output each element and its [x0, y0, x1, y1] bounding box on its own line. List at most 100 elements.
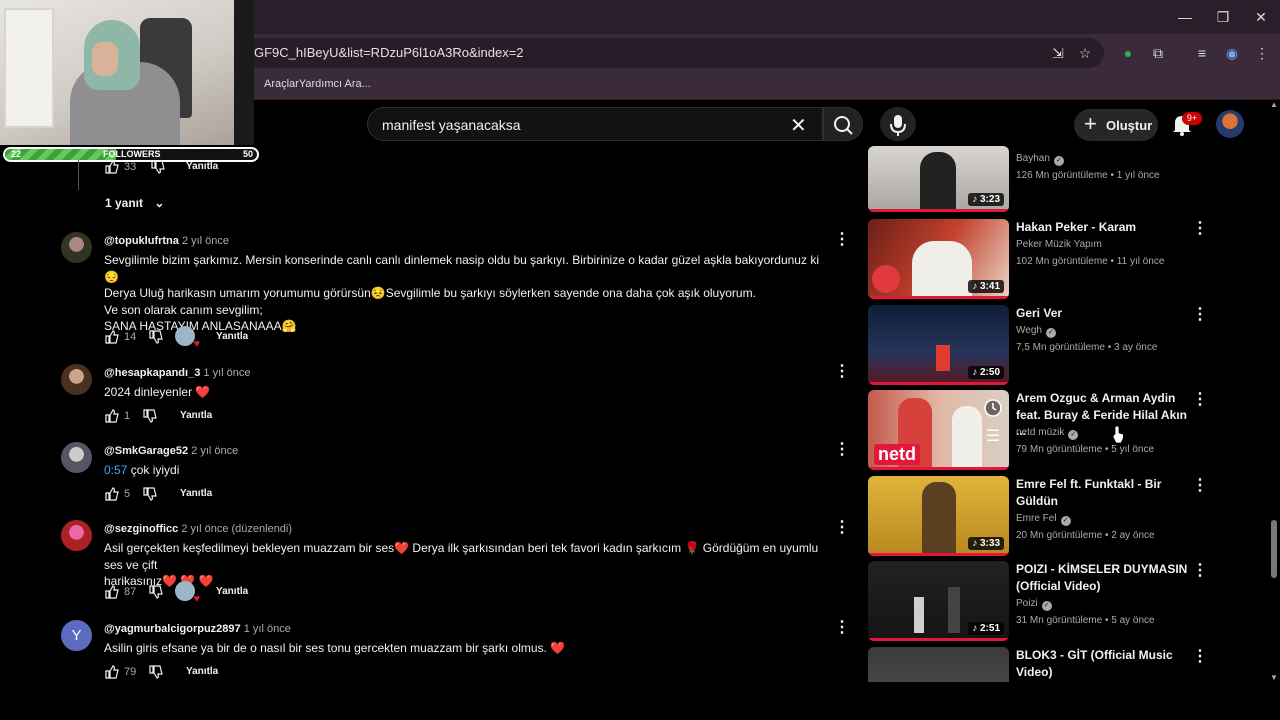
extension-shield-icon[interactable]: ●	[1118, 44, 1138, 62]
like-icon[interactable]	[104, 664, 120, 680]
search-button[interactable]	[823, 107, 863, 141]
avatar[interactable]	[61, 520, 92, 551]
search-input[interactable]: manifest yaşanacaksa ✕	[367, 107, 823, 141]
search-value[interactable]: manifest yaşanacaksa	[382, 117, 521, 133]
dislike-icon[interactable]	[142, 486, 158, 502]
dislike-icon[interactable]	[148, 329, 164, 345]
comment-author[interactable]: @SmkGarage52 2 yıl önce	[104, 445, 238, 457]
video-thumbnail[interactable]	[868, 647, 1009, 682]
media-control-icon[interactable]: ≡	[1192, 44, 1212, 62]
channel-name[interactable]: Bayhan ✓	[1016, 153, 1064, 166]
more-actions-icon[interactable]: ⋮	[1192, 649, 1208, 665]
related-video[interactable]: ♪ 3:33 Emre Fel ft. Funktakl - Bir Güldün…	[868, 476, 1208, 556]
reply-button[interactable]: Yanıtla	[180, 488, 212, 499]
video-title[interactable]: POIZI - KİMSELER DUYMASIN (Official Video…	[1016, 561, 1188, 594]
replies-toggle[interactable]: 1 yanıt ⌄	[105, 196, 164, 210]
more-actions-icon[interactable]: ⋮	[1192, 478, 1208, 494]
like-icon[interactable]	[104, 159, 120, 175]
video-title[interactable]: Emre Fel ft. Funktakl - Bir Güldün	[1016, 476, 1188, 509]
video-thumbnail[interactable]: ♪ 3:23	[868, 146, 1009, 212]
related-video[interactable]: ♪ 2:51 POIZI - KİMSELER DUYMASIN (Officia…	[868, 561, 1208, 641]
reply-button[interactable]: Yanıtla	[216, 586, 248, 597]
like-icon[interactable]	[104, 584, 120, 600]
profile-icon[interactable]: ◉	[1222, 44, 1242, 62]
comment-time[interactable]: 2 yıl önce	[191, 445, 238, 457]
video-thumbnail[interactable]: ♪ 2:50	[868, 305, 1009, 385]
reply-button[interactable]: Yanıtla	[186, 161, 218, 172]
channel-name[interactable]: netd müzik ✓	[1016, 427, 1079, 440]
author-name[interactable]: @topuklufrtna	[104, 235, 179, 247]
author-name[interactable]: @sezginofficc	[104, 523, 178, 535]
channel-name[interactable]: Wegh ✓	[1016, 325, 1056, 338]
extensions-puzzle-icon[interactable]: ⧉	[1148, 44, 1168, 62]
reply-button[interactable]: Yanıtla	[216, 331, 248, 342]
more-actions-icon[interactable]: ⋮	[1192, 563, 1208, 579]
install-app-icon[interactable]: ⇲	[1048, 44, 1068, 62]
avatar[interactable]	[61, 364, 92, 395]
more-actions-icon[interactable]: ⋮	[1192, 221, 1208, 237]
channel-name[interactable]: Emre Fel ✓	[1016, 513, 1071, 526]
reply-button[interactable]: Yanıtla	[186, 666, 218, 677]
comment-author[interactable]: @topuklufrtna 2 yıl önce	[104, 235, 229, 247]
more-actions-icon[interactable]: ⋮	[834, 232, 850, 248]
more-actions-icon[interactable]: ⋮	[1192, 307, 1208, 323]
like-icon[interactable]	[104, 329, 120, 345]
more-actions-icon[interactable]: ⋮	[834, 442, 850, 458]
browser-menu-icon[interactable]: ⋮	[1252, 44, 1272, 62]
video-thumbnail[interactable]: ♪ 3:33	[868, 476, 1009, 556]
channel-name[interactable]: Peker Müzik Yapım	[1016, 239, 1102, 250]
avatar[interactable]: Y	[61, 620, 92, 651]
comment-author[interactable]: @hesapkapandı_3 1 yıl önce	[104, 367, 250, 379]
video-title[interactable]: Hakan Peker - Karam	[1016, 219, 1188, 236]
voice-search-button[interactable]	[880, 107, 916, 141]
watch-later-icon[interactable]	[983, 398, 1003, 418]
related-video[interactable]: ♪ 3:23 Bayhan ✓ 126 Mn görüntüleme • 1 yı…	[868, 146, 1208, 212]
scroll-down-icon[interactable]: ▼	[1270, 673, 1278, 682]
like-icon[interactable]	[104, 486, 120, 502]
dislike-icon[interactable]	[150, 159, 166, 175]
timestamp-link[interactable]: 0:57	[104, 463, 127, 477]
maximize-icon[interactable]: ❐	[1211, 6, 1235, 28]
video-thumbnail[interactable]: ♪ 2:51	[868, 561, 1009, 641]
related-video[interactable]: ♪ 3:41 Hakan Peker - Karam Peker Müzik Y…	[868, 219, 1208, 299]
comment-time[interactable]: 2 yıl önce (düzenlendi)	[181, 523, 292, 535]
more-actions-icon[interactable]: ⋮	[834, 364, 850, 380]
related-video[interactable]: ♪ 2:50 Geri Ver Wegh ✓ 7,5 Mn görüntüleme…	[868, 305, 1208, 385]
like-icon[interactable]	[104, 408, 120, 424]
related-video[interactable]: BLOK3 - GİT (Official Music Video) ⋮	[868, 647, 1208, 682]
more-actions-icon[interactable]: ⋮	[834, 520, 850, 536]
related-video[interactable]: netd ☰ Arem Ozguc & Arman Aydin feat. Bur…	[868, 390, 1208, 470]
author-name[interactable]: @yagmurbalcigorpuz2897	[104, 623, 241, 635]
scroll-thumb[interactable]	[1271, 520, 1277, 578]
video-title[interactable]: Geri Ver	[1016, 305, 1188, 322]
more-actions-icon[interactable]: ⋮	[834, 620, 850, 636]
address-bar[interactable]: GF9C_hIBeyU&list=RDzuP6l1oA3Ro&index=2 ⇲…	[240, 38, 1104, 68]
channel-name[interactable]: Poizi ✓	[1016, 598, 1052, 611]
more-actions-icon[interactable]: ⋮	[1192, 392, 1208, 408]
author-name[interactable]: @hesapkapandı_3	[104, 367, 200, 379]
avatar[interactable]	[61, 232, 92, 263]
comment-author[interactable]: @yagmurbalcigorpuz2897 1 yıl önce	[104, 623, 291, 635]
dislike-icon[interactable]	[148, 584, 164, 600]
comment-time[interactable]: 1 yıl önce	[203, 367, 250, 379]
bookmark-item[interactable]: AraçlarYardımcı Ara...	[264, 78, 371, 90]
page-scrollbar[interactable]: ▲ ▼	[1268, 100, 1280, 682]
comment-author[interactable]: @sezginofficc 2 yıl önce (düzenlendi)	[104, 523, 292, 535]
comment-time[interactable]: 2 yıl önce	[182, 235, 229, 247]
video-title[interactable]: BLOK3 - GİT (Official Music Video)	[1016, 647, 1188, 680]
avatar[interactable]	[61, 442, 92, 473]
dislike-icon[interactable]	[148, 664, 164, 680]
comment-time[interactable]: 1 yıl önce	[244, 623, 291, 635]
url-text[interactable]: GF9C_hIBeyU&list=RDzuP6l1oA3Ro&index=2	[254, 45, 524, 60]
add-to-queue-icon[interactable]: ☰	[983, 426, 1003, 446]
account-avatar[interactable]	[1216, 110, 1244, 138]
minimize-icon[interactable]: —	[1173, 6, 1197, 28]
author-name[interactable]: @SmkGarage52	[104, 445, 188, 457]
bookmark-star-icon[interactable]: ☆	[1075, 44, 1095, 62]
dislike-icon[interactable]	[142, 408, 158, 424]
video-thumbnail[interactable]: netd ☰	[868, 390, 1009, 470]
create-button[interactable]: + Oluştur	[1074, 109, 1158, 141]
scroll-up-icon[interactable]: ▲	[1270, 100, 1278, 109]
close-icon[interactable]: ✕	[1249, 6, 1273, 28]
reply-button[interactable]: Yanıtla	[180, 410, 212, 421]
